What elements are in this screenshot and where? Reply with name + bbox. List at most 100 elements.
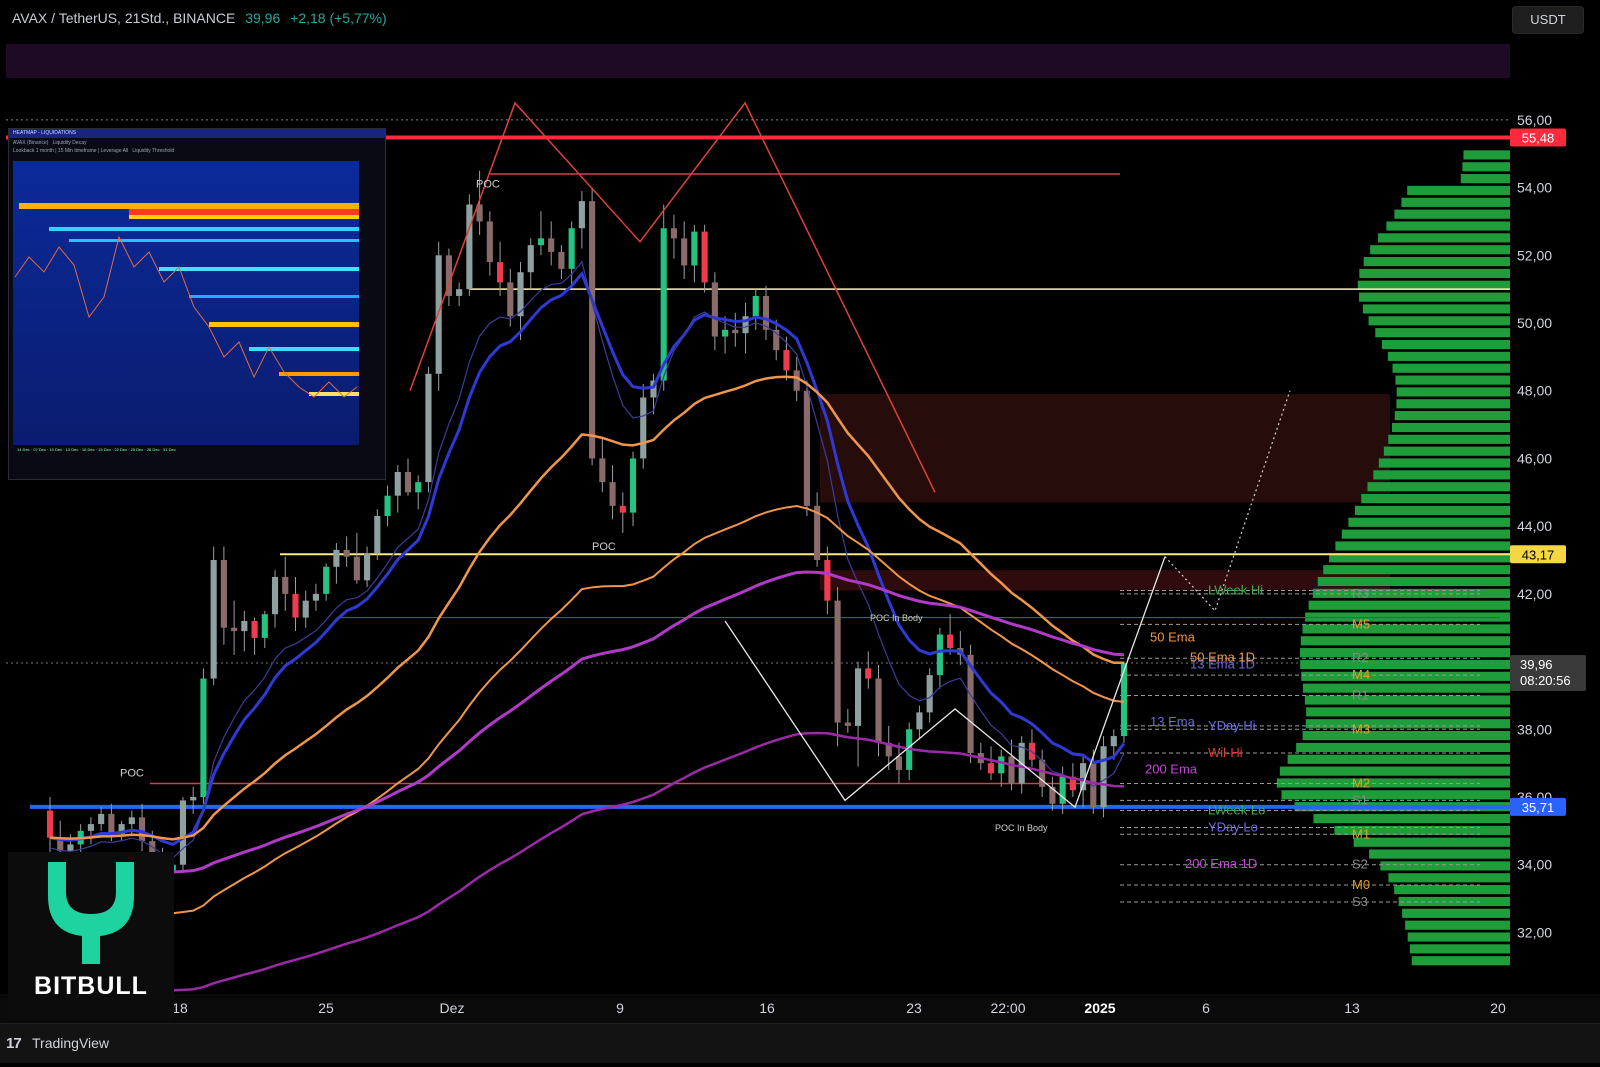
level-label: S3 — [1352, 894, 1368, 909]
volume-profile-bar — [1405, 920, 1510, 930]
candle-body — [323, 566, 330, 594]
bitbull-text: BITBULL — [34, 972, 148, 1000]
candle-body — [1059, 776, 1066, 804]
currency-button[interactable]: USDT — [1512, 6, 1584, 34]
poc-label-top: POC — [476, 179, 500, 191]
candle-body — [681, 238, 688, 266]
volume-profile-bar — [1300, 659, 1510, 670]
candle-body — [732, 329, 739, 334]
candle-body — [527, 245, 534, 273]
candle-body — [456, 289, 463, 296]
candle-body — [231, 627, 238, 632]
candle-body — [854, 668, 862, 726]
volume-profile-bar — [1287, 754, 1510, 764]
volume-profile-bar — [1460, 174, 1510, 184]
candle-body — [722, 329, 729, 337]
inset-title-text: HEATMAP - LIQUIDATIONS — [13, 130, 77, 136]
volume-profile-bar — [1354, 505, 1510, 515]
volume-profile-bar — [1375, 328, 1510, 338]
indicator-label: 50 Ema 1D — [1190, 650, 1255, 665]
candle-body — [292, 593, 299, 618]
y-tick-label: 44,00 — [1517, 518, 1552, 534]
symbol-title[interactable]: AVAX / TetherUS, 21Std., BINANCE — [12, 10, 235, 26]
level-label: R3 — [1352, 586, 1369, 601]
level-label: R1 — [1352, 687, 1369, 702]
volume-profile-bar — [1411, 956, 1510, 966]
volume-profile-bar — [1383, 446, 1510, 456]
level-label: YDay Hi — [1208, 718, 1256, 733]
candle-body — [803, 390, 810, 506]
level-label: LWeek Hi — [1208, 582, 1263, 597]
candle-body — [496, 262, 504, 283]
candle-body — [241, 620, 248, 632]
volume-profile-bar — [1367, 482, 1510, 492]
candle-body — [486, 221, 493, 263]
y-tick-label: 38,00 — [1517, 721, 1552, 737]
candle-body — [1008, 756, 1015, 784]
candle-body — [987, 763, 995, 774]
candle-body — [220, 560, 227, 628]
price-label-text: 35,71 — [1522, 800, 1555, 815]
header-change: +2,18 (+5,77%) — [290, 10, 387, 26]
x-tick-label: 2025 — [1084, 1000, 1115, 1016]
candle-body — [752, 295, 759, 317]
level-label: M3 — [1352, 721, 1370, 736]
y-tick-label: 42,00 — [1517, 586, 1552, 602]
volume-profile-bar — [1394, 885, 1510, 895]
candle-body — [138, 817, 146, 842]
volume-profile-bar — [1353, 837, 1510, 847]
candle-body — [926, 675, 933, 713]
candle-body — [364, 553, 371, 581]
inset-slider1-label: Liquidity Decay — [52, 140, 87, 146]
volume-profile-bar — [1463, 150, 1510, 160]
inset-line2: Lookback 1 month | 15 Min timeframe | Le… — [13, 148, 174, 154]
candle-body — [435, 255, 442, 374]
candle-body — [261, 614, 268, 638]
tradingview-logo-icon[interactable]: 17 — [6, 1035, 22, 1052]
indicator-label: 200 Ema 1D — [1185, 856, 1257, 871]
volume-profile-bar — [1335, 541, 1510, 551]
x-tick-label: 16 — [759, 1000, 775, 1016]
candle-body — [98, 813, 105, 825]
candle-body — [46, 810, 54, 838]
footer-bar: 17 TradingView — [0, 1023, 1600, 1063]
double-bottom-pattern — [724, 556, 1166, 809]
candle-body — [108, 813, 115, 835]
candle-body — [599, 458, 606, 483]
level-label: M1 — [1352, 826, 1370, 841]
candle-body — [384, 495, 391, 516]
inset-slider2-label: Liquidity Threshold — [132, 148, 175, 154]
inset-line2-text: Lookback 1 month | 15 Min timeframe | Le… — [13, 148, 129, 154]
volume-profile-bar — [1306, 707, 1510, 717]
volume-profile-bar — [1373, 470, 1510, 480]
candle-body — [875, 678, 882, 743]
x-tick-label: 6 — [1202, 1000, 1210, 1016]
volume-profile-bar — [1302, 730, 1510, 741]
candle-body — [558, 251, 565, 269]
candle-body — [1110, 736, 1117, 747]
volume-profile-bar — [1402, 908, 1510, 918]
candle-body — [783, 350, 790, 371]
candle-body — [619, 505, 626, 513]
level-label: S1 — [1352, 792, 1368, 807]
volume-profile-bar — [1380, 861, 1510, 871]
y-tick-label: 56,00 — [1517, 112, 1552, 128]
candle-body — [609, 482, 616, 506]
heatmap-image: 14 Dec · 07 Dec · 10 Dec · 13 Dec · 16 D… — [13, 161, 359, 452]
indicator-label: 50 Ema — [1150, 629, 1196, 644]
volume-profile-bar — [1281, 790, 1510, 800]
volume-profile-bar — [1361, 493, 1510, 504]
candle-body — [282, 576, 289, 594]
tradingview-brand[interactable]: TradingView — [32, 1035, 109, 1051]
volume-profile-bar — [1395, 375, 1510, 385]
level-label: LWeek Lo — [1208, 803, 1265, 818]
y-tick-label: 52,00 — [1517, 247, 1552, 263]
x-tick-label: 9 — [616, 1000, 624, 1016]
candle-body — [762, 295, 770, 330]
volume-profile-bar — [1323, 565, 1510, 575]
candle-body — [1100, 746, 1107, 808]
y-tick-label: 54,00 — [1517, 180, 1552, 196]
volume-profile-bar — [1392, 363, 1510, 373]
volume-profile-bar — [1391, 422, 1510, 433]
volume-profile-bar — [1296, 742, 1510, 752]
